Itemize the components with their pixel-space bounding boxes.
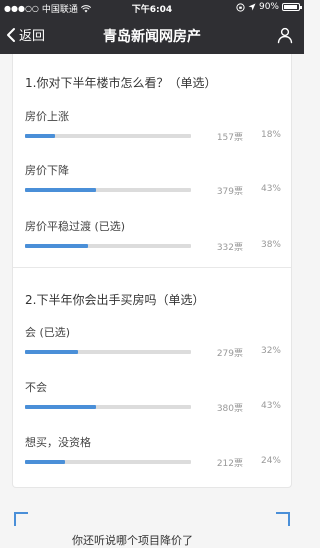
vote-count: 380票 [216,404,243,414]
vote-count: 212票 [216,459,243,469]
vote-count: 332票 [216,243,243,253]
vote-percent: 38% [260,240,281,250]
option-label: 房价上涨 [25,110,69,123]
result-bar-track [25,134,191,138]
poll-option[interactable]: 房价下降 379票 43% [25,162,281,202]
status-bar: ●●●○○ 中国联通 下午6:04 90% [0,0,304,16]
option-label: 房价下降 [25,164,69,177]
vote-count: 279票 [216,349,243,359]
result-bar-track [25,405,191,409]
option-label: 想买，没资格 [25,436,91,449]
poll-option[interactable]: 会 (已选) 279票 32% [25,324,281,364]
person-icon[interactable] [276,26,294,44]
bottom-section: 你还听说哪个项目降价了 [0,488,304,547]
vote-percent: 32% [260,346,281,356]
question-title: 1.你对下半年楼市怎么看？（单选） [25,76,217,90]
result-bar-fill [25,460,65,464]
result-bar-fill [25,134,55,138]
option-label: 不会 [25,381,47,394]
vote-percent: 24% [260,456,281,466]
result-bar-track [25,350,191,354]
result-bar-track [25,188,191,192]
section-heading: 你还听说哪个项目降价了 [72,534,193,547]
poll-option[interactable]: 不会 380票 43% [25,379,281,419]
result-bar-track [25,460,191,464]
result-bar-track [25,244,191,248]
battery-level [284,5,297,9]
option-label: 房价平稳过渡 (已选) [25,220,126,233]
result-bar-fill [25,405,97,409]
battery-percent: 90% [258,2,279,12]
vote-count: 157票 [216,133,243,143]
poll-option[interactable]: 想买，没资格 212票 24% [25,434,281,474]
poll-option[interactable]: 房价上涨 157票 18% [25,108,281,148]
corner-bracket-left-icon [14,512,28,526]
divider [13,267,291,268]
nav-bar: 返回 青岛新闻网房产 [0,16,304,54]
result-bar-fill [25,350,79,354]
result-bar-fill [25,188,97,192]
vote-percent: 18% [260,130,281,140]
option-label: 会 (已选) [25,326,71,339]
poll-option[interactable]: 房价平稳过渡 (已选) 332票 38% [25,218,281,258]
result-bar-fill [25,244,89,248]
battery-icon [282,3,302,11]
question-title: 2.下半年你会出手买房吗（单选） [25,293,205,307]
status-right: 90% [236,2,302,12]
orientation-lock-icon [236,2,245,12]
location-arrow-icon [248,3,256,11]
corner-bracket-right-icon [276,512,290,526]
vote-count: 379票 [216,187,243,197]
vote-percent: 43% [260,401,281,411]
page-title: 青岛新闻网房产 [103,29,201,45]
vote-percent: 43% [260,184,281,194]
poll-card: 1.你对下半年楼市怎么看？（单选） 房价上涨 157票 18% 房价下降 379… [12,54,292,488]
